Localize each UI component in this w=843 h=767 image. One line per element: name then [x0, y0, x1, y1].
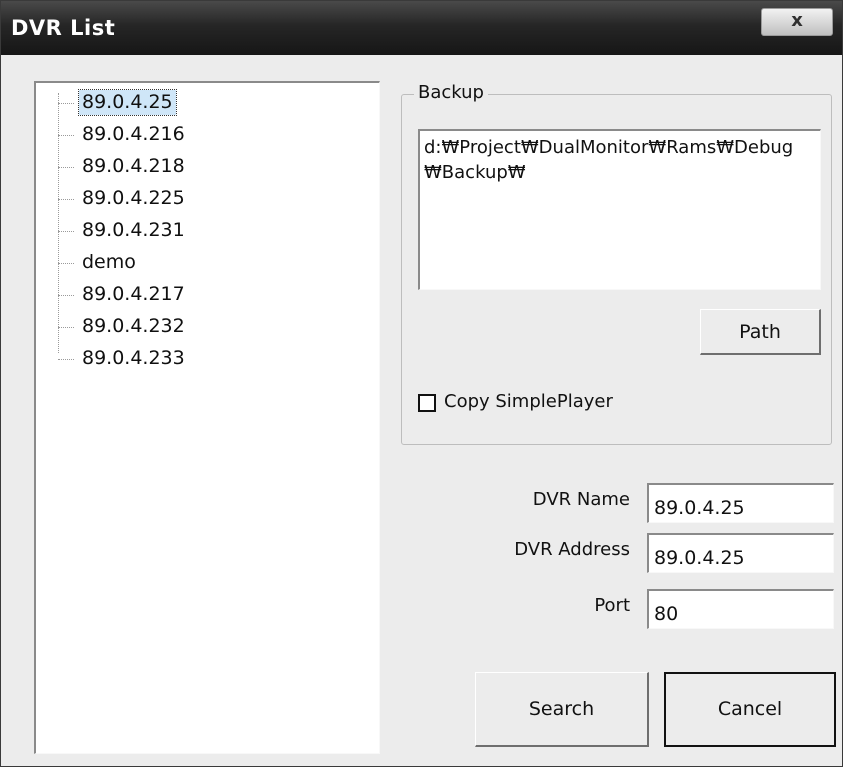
- search-button-label: Search: [528, 698, 595, 720]
- port-field[interactable]: [647, 589, 834, 629]
- path-button[interactable]: Path: [700, 309, 821, 355]
- title-bar[interactable]: DVR List x: [1, 1, 842, 55]
- tree-item-label: 89.0.4.218: [82, 155, 185, 177]
- path-button-label: Path: [739, 321, 781, 343]
- backup-group-title: Backup: [414, 82, 488, 103]
- backup-path-field[interactable]: d:₩Project₩DualMonitor₩Rams₩Debug₩Backup…: [418, 129, 821, 290]
- tree-branch-line: [58, 295, 74, 296]
- tree-connector-line: [58, 93, 59, 353]
- dvr-name-field[interactable]: [647, 483, 834, 523]
- tree-item-label: 89.0.4.231: [82, 219, 185, 241]
- tree-item-label: 89.0.4.232: [82, 315, 185, 337]
- tree-item-label: 89.0.4.225: [82, 187, 185, 209]
- tree-item-label: 89.0.4.25: [78, 89, 177, 116]
- port-label: Port: [594, 595, 630, 616]
- tree-item-label: 89.0.4.216: [82, 123, 185, 145]
- tree-branch-line: [58, 103, 74, 104]
- tree-branch-line: [58, 327, 74, 328]
- dvr-list-dialog: DVR List x 89.0.4.25 89.0.4.216 89.0.4.2…: [0, 0, 843, 767]
- tree-branch-line: [58, 231, 74, 232]
- tree-item-label: 89.0.4.233: [82, 347, 185, 369]
- copy-simpleplayer-checkbox[interactable]: [418, 394, 436, 412]
- tree-item-label: demo: [82, 251, 136, 273]
- window-title: DVR List: [11, 16, 116, 40]
- search-button[interactable]: Search: [475, 672, 649, 747]
- tree-branch-line: [58, 199, 74, 200]
- tree-branch-line: [58, 135, 74, 136]
- copy-simpleplayer-label[interactable]: Copy SimplePlayer: [444, 391, 613, 412]
- cancel-button-label: Cancel: [717, 698, 783, 720]
- close-button[interactable]: x: [761, 8, 833, 36]
- tree-branch-line: [58, 359, 74, 360]
- tree-branch-line: [58, 263, 74, 264]
- tree-branch-line: [58, 167, 74, 168]
- dvr-address-field[interactable]: [647, 533, 834, 573]
- close-icon: x: [791, 10, 803, 31]
- dvr-name-label: DVR Name: [532, 489, 630, 510]
- dvr-tree[interactable]: 89.0.4.25 89.0.4.216 89.0.4.218 89.0.4.2…: [34, 81, 380, 754]
- dvr-address-label: DVR Address: [514, 539, 630, 560]
- cancel-button[interactable]: Cancel: [664, 672, 836, 747]
- tree-item-label: 89.0.4.217: [82, 283, 185, 305]
